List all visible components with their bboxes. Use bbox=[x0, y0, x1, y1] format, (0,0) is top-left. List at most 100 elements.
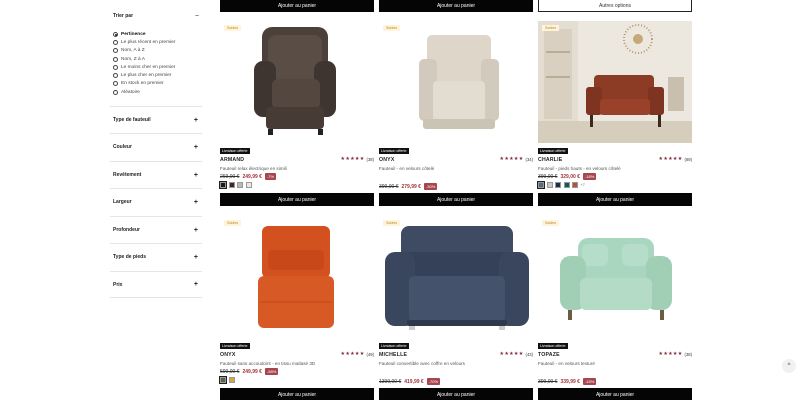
radio-icon[interactable] bbox=[113, 56, 118, 62]
product-image[interactable]: Soldes bbox=[379, 21, 533, 143]
armless-chair-image bbox=[258, 226, 334, 328]
expand-plus-icon[interactable]: + bbox=[194, 144, 198, 151]
free-delivery-badge: Livraison offerte bbox=[538, 148, 568, 154]
radio-icon[interactable] bbox=[113, 64, 118, 70]
filter-largeur[interactable]: Largeur + bbox=[110, 188, 202, 215]
add-to-cart-button[interactable]: Ajouter au panier bbox=[220, 193, 374, 206]
expand-plus-icon[interactable]: + bbox=[194, 172, 198, 179]
sale-badge: Soldes bbox=[224, 220, 241, 226]
more-colors-count[interactable]: +7 bbox=[581, 183, 585, 187]
collapse-minus-icon[interactable]: − bbox=[195, 13, 199, 20]
color-swatch[interactable] bbox=[228, 182, 235, 188]
sort-option[interactable]: Le plus récent en premier bbox=[113, 38, 203, 46]
sort-header[interactable]: Trier par − bbox=[113, 13, 199, 20]
armchair-image bbox=[419, 35, 499, 129]
free-delivery-badge: Livraison offerte bbox=[220, 343, 250, 349]
product-name[interactable]: TOPAZE bbox=[538, 352, 560, 358]
radio-icon[interactable] bbox=[113, 89, 118, 95]
product-prices: 399,00 € 329,00 € -18% bbox=[538, 173, 597, 180]
rating-stars-icon: ★★★★★ bbox=[340, 157, 365, 162]
expand-plus-icon[interactable]: + bbox=[194, 281, 198, 288]
color-swatch[interactable] bbox=[563, 182, 570, 188]
add-to-cart-button[interactable]: Ajouter au panier bbox=[220, 388, 374, 400]
sort-title: Trier par bbox=[113, 13, 134, 19]
radio-icon[interactable] bbox=[113, 48, 118, 54]
new-price: 249,99 € bbox=[242, 173, 262, 180]
radio-icon[interactable] bbox=[113, 81, 118, 87]
color-swatch[interactable] bbox=[237, 182, 243, 188]
recliner-armchair-image bbox=[254, 27, 336, 135]
sale-badge: Soldes bbox=[224, 25, 241, 31]
sort-option[interactable]: Le moins cher en premier bbox=[113, 63, 203, 71]
filter-couleur[interactable]: Couleur + bbox=[110, 133, 202, 160]
old-price: 269,00 € bbox=[220, 173, 240, 180]
product-rating: ★★★★★ (49) bbox=[340, 352, 374, 357]
filter-type-de-pieds[interactable]: Type de pieds + bbox=[110, 243, 202, 270]
discount-badge: -58% bbox=[264, 368, 279, 375]
product-rating: ★★★★★ (43) bbox=[499, 352, 533, 357]
product-name[interactable]: ONYX bbox=[379, 157, 395, 163]
scroll-to-top-chevron-up-icon[interactable]: ^ bbox=[782, 359, 796, 373]
product-card-charlie: Soldes Livraison offerte CHARLIE ★★★★★ (6… bbox=[536, 21, 692, 211]
product-card-topaze: Soldes Livraison offerte TOPAZE ★★★★★ (38… bbox=[538, 216, 692, 400]
radio-icon[interactable] bbox=[113, 73, 118, 79]
sale-badge: Soldes bbox=[542, 25, 559, 31]
filter-type-de-fauteuil[interactable]: Type de fauteuil + bbox=[110, 106, 202, 133]
sort-option[interactable]: Le plus cher en premier bbox=[113, 71, 203, 79]
filter-prix[interactable]: Prix + bbox=[110, 271, 202, 298]
product-card-armand: Soldes Livraison offerte ARMAND ★★★★★ (38… bbox=[218, 21, 374, 211]
sort-option[interactable]: En stock en premier bbox=[113, 80, 203, 88]
color-swatch[interactable] bbox=[536, 180, 546, 190]
product-prices: 399,00 € 279,99 € -30% bbox=[379, 183, 438, 190]
product-image[interactable]: Soldes bbox=[538, 216, 692, 338]
product-image[interactable]: Soldes bbox=[538, 21, 692, 143]
color-swatch[interactable] bbox=[546, 182, 553, 188]
product-name[interactable]: ARMAND bbox=[220, 157, 244, 163]
radio-icon[interactable] bbox=[113, 39, 118, 45]
color-swatch[interactable] bbox=[245, 182, 252, 188]
sort-option[interactable]: Nom, Z à A bbox=[113, 55, 203, 63]
product-description: Fauteuil relax électrique en simili bbox=[220, 166, 287, 171]
add-to-cart-button[interactable]: Ajouter au panier bbox=[379, 388, 533, 400]
color-swatch[interactable] bbox=[555, 182, 561, 188]
radio-selected-icon[interactable] bbox=[113, 31, 118, 37]
rating-stars-icon: ★★★★★ bbox=[658, 157, 683, 162]
product-name[interactable]: CHARLIE bbox=[538, 157, 562, 163]
expand-plus-icon[interactable]: + bbox=[194, 227, 198, 234]
sort-option[interactable]: Aléatoire bbox=[113, 88, 203, 96]
color-swatch[interactable] bbox=[218, 180, 228, 190]
color-swatch[interactable] bbox=[572, 182, 578, 188]
filter-revetement[interactable]: Revêtement + bbox=[110, 161, 202, 188]
add-to-cart-button[interactable]: Ajouter au panier bbox=[220, 0, 374, 12]
expand-plus-icon[interactable]: + bbox=[194, 199, 198, 206]
product-rating: ★★★★★ (38) bbox=[658, 352, 692, 357]
filter-profondeur[interactable]: Profondeur + bbox=[110, 216, 202, 243]
old-price: 1399,00 € bbox=[379, 378, 402, 385]
add-to-cart-button[interactable]: Ajouter au panier bbox=[538, 193, 692, 206]
color-swatches bbox=[218, 180, 254, 190]
add-to-cart-button[interactable]: Ajouter au panier bbox=[379, 193, 533, 206]
color-swatch[interactable] bbox=[218, 375, 228, 385]
expand-plus-icon[interactable]: + bbox=[194, 254, 198, 261]
product-image[interactable]: Soldes bbox=[379, 216, 533, 338]
discount-badge: -7% bbox=[264, 173, 277, 180]
add-to-cart-button[interactable]: Ajouter au panier bbox=[379, 0, 533, 12]
product-name[interactable]: ONYX bbox=[220, 352, 236, 358]
product-name[interactable]: MICHELLE bbox=[379, 352, 407, 358]
rating-stars-icon: ★★★★★ bbox=[340, 352, 365, 357]
discount-badge: -18% bbox=[582, 173, 597, 180]
sort-option[interactable]: Nom, A à Z bbox=[113, 47, 203, 55]
old-price: 599,00 € bbox=[220, 368, 240, 375]
free-delivery-badge: Livraison offerte bbox=[220, 148, 250, 154]
color-swatch[interactable] bbox=[228, 377, 235, 383]
expand-plus-icon[interactable]: + bbox=[194, 117, 198, 124]
old-price: 399,00 € bbox=[538, 378, 558, 385]
product-description: Fauteuil sans accoudoirs - en tissu matl… bbox=[220, 361, 316, 366]
sort-options: Pertinence Le plus récent en premier Nom… bbox=[113, 30, 203, 96]
product-image[interactable]: Soldes bbox=[220, 216, 374, 338]
product-prices: 269,00 € 249,99 € -7% bbox=[220, 173, 277, 180]
product-image[interactable]: Soldes bbox=[220, 21, 374, 143]
other-options-button[interactable]: Autres options bbox=[538, 0, 692, 12]
add-to-cart-button[interactable]: Ajouter au panier bbox=[538, 388, 692, 400]
sort-option[interactable]: Pertinence bbox=[113, 30, 203, 38]
